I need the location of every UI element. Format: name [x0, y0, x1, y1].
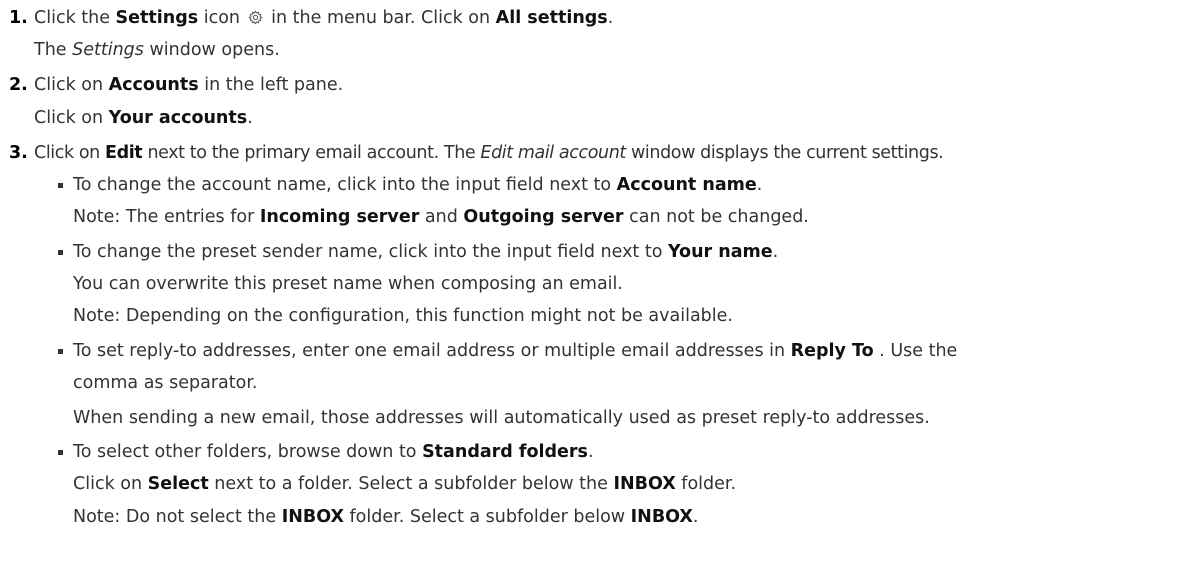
- bullet-2-line-2: You can overwrite this preset name when …: [73, 274, 623, 294]
- bullet-2-line-1: To change the preset sender name, click …: [73, 242, 779, 262]
- bullet-marker: [58, 250, 63, 255]
- bullet-1-line-2: Note: The entries for Incoming server an…: [73, 207, 809, 227]
- bullet-marker: [58, 450, 63, 455]
- step-number: 3.: [9, 143, 28, 163]
- bullet-2-line-3: Note: Depending on the configuration, th…: [73, 306, 733, 326]
- bullet-4-line-3: Note: Do not select the INBOX folder. Se…: [73, 507, 699, 527]
- step-number: 2.: [9, 75, 28, 95]
- bullet-1-line-1: To change the account name, click into t…: [73, 175, 763, 195]
- step-number: 1.: [9, 8, 28, 28]
- gear-icon: [248, 10, 263, 25]
- bullet-4-line-2: Click on Select next to a folder. Select…: [73, 474, 737, 494]
- bullet-4-line-1: To select other folders, browse down to …: [73, 442, 594, 462]
- instructions-document: 1. Click the Settings icon in the menu b…: [0, 0, 1201, 576]
- step-1-line-1: Click the Settings icon in the menu bar.…: [34, 8, 614, 28]
- bullet-3-line-2: comma as separator.: [73, 373, 258, 393]
- step-2-line-2: Click on Your accounts.: [34, 108, 253, 128]
- step-3-line-1: Click on Edit next to the primary email …: [34, 143, 944, 163]
- bullet-marker: [58, 183, 63, 188]
- bullet-3-line-3: When sending a new email, those addresse…: [73, 408, 930, 428]
- step-2-line-1: Click on Accounts in the left pane.: [34, 75, 344, 95]
- step-1-line-2: The Settings window opens.: [34, 40, 280, 60]
- bullet-marker: [58, 349, 63, 354]
- bullet-3-line-1: To set reply-to addresses, enter one ema…: [73, 341, 958, 361]
